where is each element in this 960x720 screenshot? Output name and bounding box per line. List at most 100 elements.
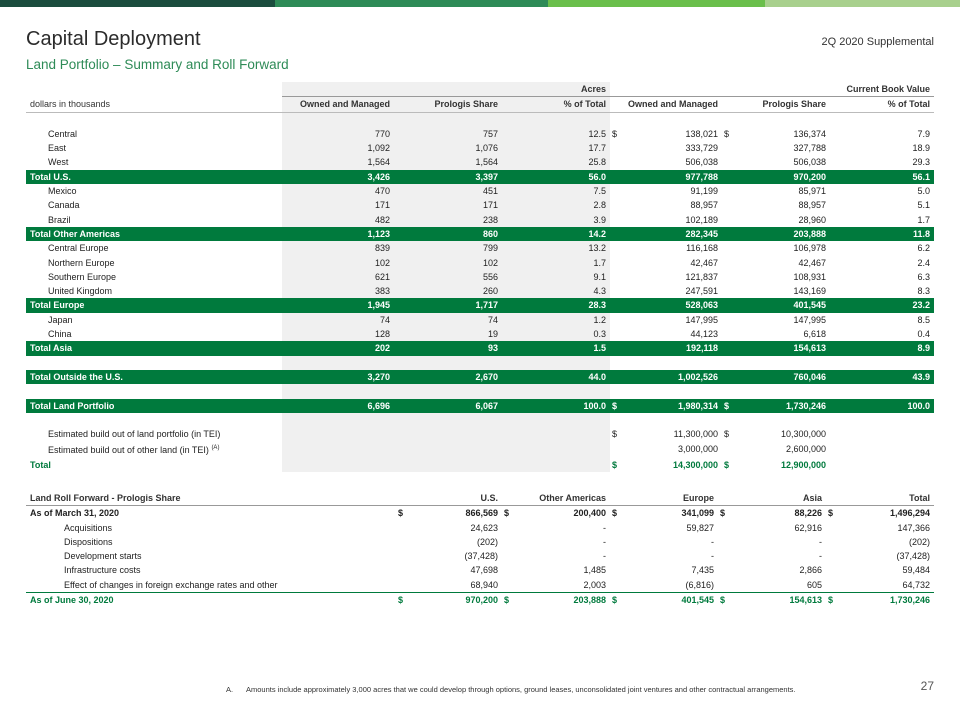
cell-bv-om: 506,038 xyxy=(685,157,718,168)
cell-ac-ps: 451 xyxy=(394,184,502,199)
row-label xyxy=(26,384,282,398)
cell-ac-om: 770 xyxy=(282,126,394,142)
row-label-text: Total Outside the U.S. xyxy=(30,371,123,382)
table-row: Estimated build out of other land (in TE… xyxy=(26,441,934,458)
cell-bv-ps: 42,467 xyxy=(798,257,826,268)
table-row: United Kingdom 383 260 4.3 247,591 143,169 8.3 xyxy=(26,284,934,299)
table-row: Canada 171 171 2.8 88,957 88,957 5.1 xyxy=(26,198,934,213)
currency-symbol: $ xyxy=(724,128,730,139)
cell-bv-ps: 401,545 xyxy=(736,298,830,313)
cell-ac-ps: 757 xyxy=(394,126,502,142)
cell-bv-om: 528,063 xyxy=(624,298,722,313)
rf-value-cell: 88,226 xyxy=(794,508,822,519)
currency-symbol xyxy=(722,413,736,427)
units-label: dollars in thousands xyxy=(26,96,282,113)
book-value-header: Current Book Value xyxy=(830,82,934,98)
cell-ac-om: 839 xyxy=(282,241,394,256)
currency-symbol: $ xyxy=(612,429,618,440)
row-label: Estimated build out of land portfolio (i… xyxy=(26,427,282,441)
currency-symbol xyxy=(396,578,410,593)
land-roll-forward-table: Land Roll Forward - Prologis Share U.S. Ot… xyxy=(26,491,934,608)
currency-symbol xyxy=(610,169,624,185)
table-row: China 128 19 0.3 44,123 6,618 0.4 xyxy=(26,327,934,342)
row-label: Total Other Americas xyxy=(26,226,282,242)
cell-ac-pct: 56.0 xyxy=(502,169,610,185)
cell-bv-pct xyxy=(830,441,934,457)
currency-symbol xyxy=(718,521,732,535)
currency-symbol: $ xyxy=(828,508,834,519)
currency-symbol xyxy=(722,270,736,284)
cell-bv-pct: 43.9 xyxy=(830,369,934,385)
cell-bv-ps: 106,978 xyxy=(793,243,826,254)
currency-symbol xyxy=(722,256,736,270)
rf-value-cell: 866,569 xyxy=(465,508,498,519)
row-label: China xyxy=(26,327,282,341)
currency-symbol xyxy=(610,155,624,169)
row-label-text: Total Europe xyxy=(30,300,85,311)
row-label-text: Northern Europe xyxy=(48,257,115,268)
table-row: Infrastructure costs 47,698 1,485 7,435 2,86… xyxy=(26,563,934,577)
table-row: As of June 30, 2020 $970,200 $203,888 $401,… xyxy=(26,592,934,608)
row-label-text: Japan xyxy=(48,314,73,325)
cell-bv-ps: 2,600,000 xyxy=(785,444,826,455)
roll-forward-header-row: Land Roll Forward - Prologis Share U.S. Ot… xyxy=(26,491,934,507)
rf-value-cell: (202) xyxy=(476,536,498,547)
cell-ac-om: 1,092 xyxy=(282,141,394,156)
currency-symbol: $ xyxy=(724,429,730,440)
cell-bv-pct: 18.9 xyxy=(912,143,930,154)
currency-symbol xyxy=(722,241,736,255)
currency-symbol: $ xyxy=(718,592,732,608)
cell-ac-om: 6,696 xyxy=(282,398,394,413)
currency-symbol xyxy=(610,327,624,341)
currency-symbol xyxy=(610,549,624,563)
rf-value-cell: 68,940 xyxy=(470,579,498,590)
col-bv-owned: Owned and Managed xyxy=(624,96,722,113)
cell-bv-pct: 6.2 xyxy=(917,243,930,254)
rf-value-cell: 203,888 xyxy=(516,592,610,608)
cell-bv-pct: 2.4 xyxy=(917,257,930,268)
cell-bv-pct: 100.0 xyxy=(830,398,934,413)
cell-ac-om: 482 xyxy=(282,212,394,227)
row-label-text: West xyxy=(48,157,69,168)
currency-symbol xyxy=(502,549,516,563)
currency-symbol xyxy=(502,535,516,549)
row-label: Total U.S. xyxy=(26,169,282,185)
currency-symbol xyxy=(610,226,624,242)
cell-ac-ps: 1,717 xyxy=(394,298,502,313)
cell-ac-pct: 9.1 xyxy=(502,269,610,285)
currency-symbol xyxy=(722,298,736,313)
cell-ac-ps xyxy=(394,457,502,473)
rf-value-cell: - xyxy=(603,551,606,562)
footnote-text: Amounts include approximately 3,000 acre… xyxy=(246,685,796,694)
cell-bv-pct: 7.9 xyxy=(917,128,930,139)
spacer-row xyxy=(26,112,934,127)
col-bv-pct: % of Total xyxy=(830,96,934,113)
cell-bv-om: 977,788 xyxy=(624,169,722,185)
row-label-text: Canada xyxy=(48,200,80,211)
total-row: Total U.S. 3,426 3,397 56.0 977,788 970,200 56… xyxy=(26,169,934,185)
currency-symbol xyxy=(722,356,736,370)
cell-ac-pct: 14.2 xyxy=(502,226,610,242)
table-row: Estimated build out of land portfolio (i… xyxy=(26,427,934,442)
currency-symbol xyxy=(396,521,410,535)
cell-bv-om: 3,000,000 xyxy=(677,444,718,455)
rf-col-header: Total xyxy=(840,491,934,507)
cell-bv-om: 116,168 xyxy=(686,243,718,254)
row-label: Total Outside the U.S. xyxy=(26,369,282,385)
rf-value-cell: - xyxy=(603,522,606,533)
row-label-text: Total xyxy=(30,459,51,470)
cell-bv-ps: 6,618 xyxy=(803,329,826,340)
cell-bv-pct xyxy=(830,413,934,427)
cell-bv-ps: 88,957 xyxy=(798,200,826,211)
cell-bv-pct: 11.8 xyxy=(830,226,934,242)
cell-bv-ps xyxy=(736,384,830,398)
row-label: United Kingdom xyxy=(26,284,282,298)
cell-bv-pct: 1.7 xyxy=(917,214,930,225)
table-row: Northern Europe 102 102 1.7 42,467 42,467 2.4 xyxy=(26,255,934,270)
table-row: Southern Europe 621 556 9.1 121,837 108,931 6.… xyxy=(26,269,934,285)
currency-symbol xyxy=(722,313,736,327)
rf-value-cell: (6,816) xyxy=(685,579,714,590)
currency-symbol xyxy=(826,563,840,577)
currency-symbol: $ xyxy=(826,592,840,608)
table-row: East 1,092 1,076 17.7 333,729 327,788 18.9 xyxy=(26,141,934,156)
